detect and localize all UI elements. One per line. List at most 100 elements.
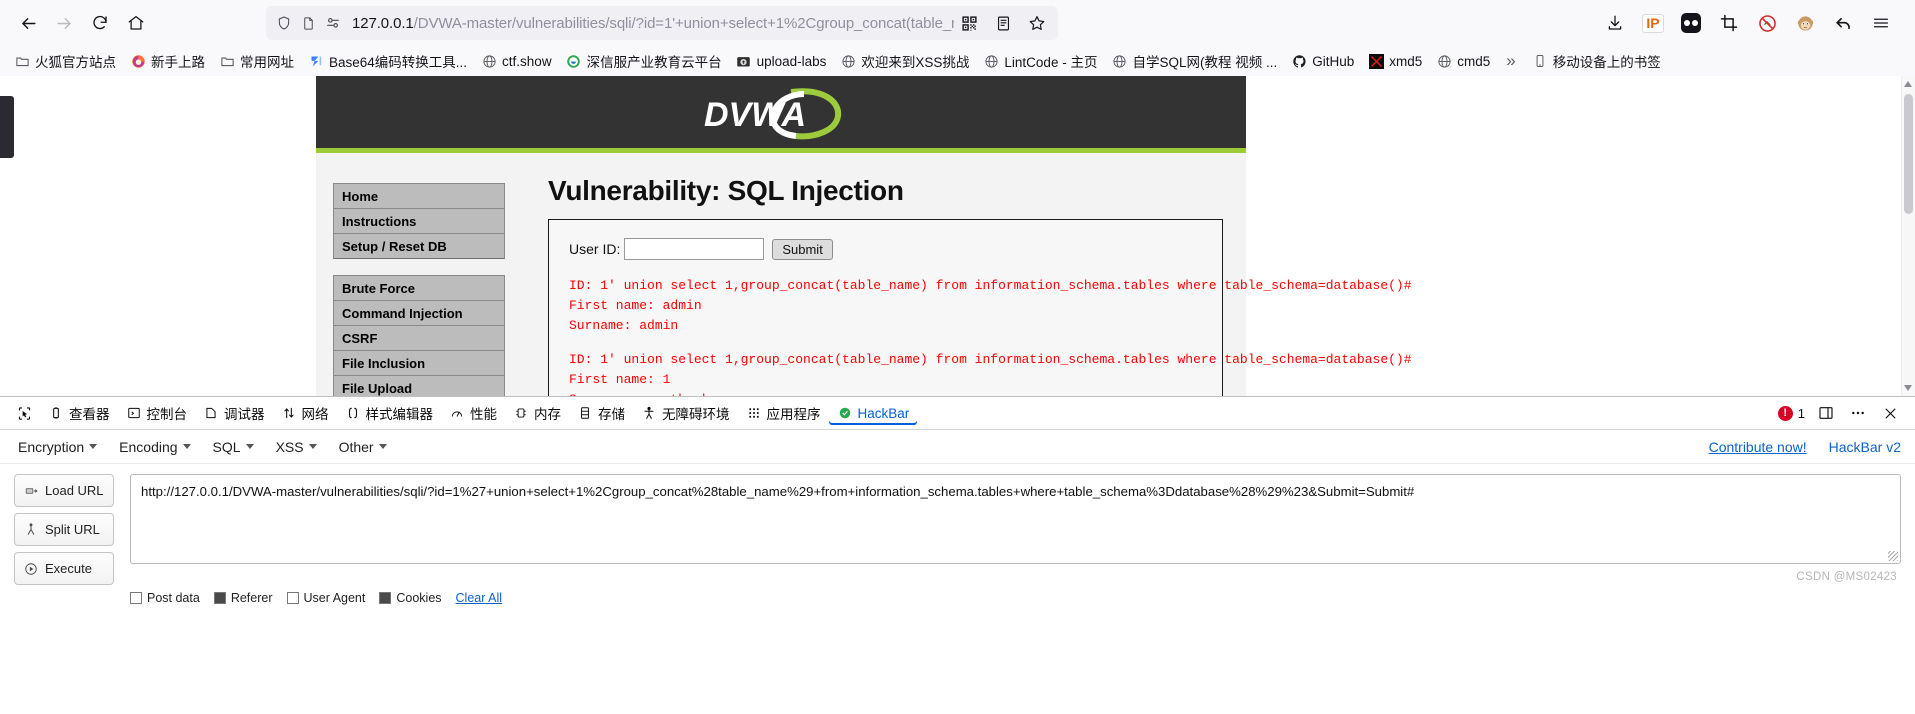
menu-encoding[interactable]: Encoding bbox=[115, 436, 194, 458]
tab-label: 内存 bbox=[534, 407, 561, 422]
page-scrollbar[interactable] bbox=[1901, 76, 1915, 396]
menu-other[interactable]: Other bbox=[335, 436, 391, 458]
undo-close-tab-icon[interactable] bbox=[1825, 7, 1861, 39]
sidebar-item-setup-reset-db[interactable]: Setup / Reset DB bbox=[333, 233, 505, 259]
pocket-extension-icon[interactable] bbox=[1673, 7, 1709, 39]
bookmark-label: Base64编码转换工具... bbox=[329, 55, 468, 70]
bookmark-item-github[interactable]: GitHub bbox=[1285, 50, 1360, 72]
bookmark-item-mobile-bookmarks[interactable]: 移动设备上的书签 bbox=[1526, 48, 1667, 74]
tab-console[interactable]: 控制台 bbox=[118, 399, 196, 427]
back-button[interactable] bbox=[10, 6, 46, 40]
checkbox-post-data[interactable]: Post data bbox=[130, 591, 200, 605]
sidebar-item-command-injection[interactable]: Command Injection bbox=[333, 300, 505, 326]
bookmark-item-cmd5[interactable]: cmd5 bbox=[1430, 50, 1496, 72]
sqli-result-surname-2: Surname: guestbook,users bbox=[569, 390, 1202, 396]
split-url-button[interactable]: Split URL bbox=[14, 513, 114, 546]
bookmark-item-firefox-official[interactable]: 火狐官方站点 bbox=[8, 48, 122, 74]
sidebar-item-home[interactable]: Home bbox=[333, 183, 505, 209]
globe-icon bbox=[1436, 53, 1452, 69]
bookmark-item-xss-challenge[interactable]: 欢迎来到XSS挑战 bbox=[834, 48, 975, 74]
bookmark-label: xmd5 bbox=[1389, 53, 1423, 69]
upload-icon bbox=[736, 53, 752, 69]
sidebar-handle[interactable] bbox=[0, 96, 14, 158]
sidebar-item-csrf[interactable]: CSRF bbox=[333, 325, 505, 351]
error-count-badge[interactable]: ! 1 bbox=[1777, 405, 1805, 421]
userid-form: User ID: Submit bbox=[569, 238, 1202, 260]
url-text[interactable]: 127.0.0.1/DVWA-master/vulnerabilities/sq… bbox=[352, 15, 954, 32]
home-button[interactable] bbox=[118, 6, 154, 40]
submit-button[interactable]: Submit bbox=[772, 238, 833, 260]
reader-view-icon[interactable] bbox=[988, 9, 1018, 37]
more-options-icon[interactable] bbox=[1847, 402, 1869, 424]
menu-encryption[interactable]: Encryption bbox=[14, 436, 101, 458]
bookmark-item-lintcode[interactable]: LintCode - 主页 bbox=[977, 48, 1103, 74]
tab-network[interactable]: 网络 bbox=[273, 399, 337, 427]
clear-all-link[interactable]: Clear All bbox=[456, 591, 503, 605]
bookmark-label: 移动设备上的书签 bbox=[1552, 55, 1661, 70]
tab-hackbar[interactable]: HackBar bbox=[829, 401, 918, 425]
sidebar-item-file-upload[interactable]: File Upload bbox=[333, 375, 505, 396]
app-menu-icon[interactable] bbox=[1863, 7, 1899, 39]
adblock-extension-icon[interactable] bbox=[1749, 7, 1785, 39]
checkbox-user-agent[interactable]: User Agent bbox=[286, 591, 365, 605]
folder-icon bbox=[14, 53, 30, 69]
sidebar-item-instructions[interactable]: Instructions bbox=[333, 208, 505, 234]
userid-input[interactable] bbox=[624, 238, 765, 260]
error-icon: ! bbox=[1777, 405, 1793, 421]
load-url-button[interactable]: Load URL bbox=[14, 474, 114, 507]
contribute-link[interactable]: Contribute now! bbox=[1709, 439, 1807, 455]
page-icon[interactable] bbox=[301, 16, 316, 31]
dock-panel-icon[interactable] bbox=[1815, 402, 1837, 424]
hackbar-url-textarea[interactable]: http://127.0.0.1/DVWA-master/vulnerabili… bbox=[130, 474, 1901, 564]
hackbar-version-label: HackBar v2 bbox=[1828, 438, 1901, 455]
bookmark-item-base64-tool[interactable]: Base64编码转换工具... bbox=[302, 48, 473, 74]
tab-memory[interactable]: 内存 bbox=[505, 399, 569, 427]
forward-button[interactable] bbox=[46, 6, 82, 40]
tab-performance[interactable]: 性能 bbox=[441, 399, 505, 427]
ip-extension-icon[interactable]: IP bbox=[1635, 7, 1671, 39]
screenshot-crop-icon[interactable] bbox=[1711, 7, 1747, 39]
tab-accessibility[interactable]: 无障碍环境 bbox=[633, 399, 738, 427]
tab-inspector[interactable]: 查看器 bbox=[40, 399, 118, 427]
address-bar[interactable]: 127.0.0.1/DVWA-master/vulnerabilities/sq… bbox=[266, 6, 1058, 40]
scrollbar-thumb[interactable] bbox=[1904, 94, 1913, 214]
monkey-extension-icon[interactable] bbox=[1787, 7, 1823, 39]
browser-chrome: 127.0.0.1/DVWA-master/vulnerabilities/sq… bbox=[0, 0, 1915, 76]
scroll-down-icon[interactable] bbox=[1904, 385, 1912, 391]
bookmarks-overflow-chevron-icon[interactable]: » bbox=[1498, 48, 1523, 74]
menu-xss[interactable]: XSS bbox=[272, 436, 321, 458]
star-icon[interactable] bbox=[1022, 9, 1052, 37]
sidebar-item-file-inclusion[interactable]: File Inclusion bbox=[333, 350, 505, 376]
execute-button[interactable]: Execute bbox=[14, 552, 114, 585]
reload-button[interactable] bbox=[82, 6, 118, 40]
resize-grip-icon[interactable] bbox=[1888, 551, 1898, 561]
bookmark-item-sangfor-cloud[interactable]: 深信服产业教育云平台 bbox=[560, 48, 728, 74]
tab-label: 网络 bbox=[301, 407, 329, 422]
sidebar-item-brute-force[interactable]: Brute Force bbox=[333, 275, 505, 301]
checkbox-cookies[interactable]: Cookies bbox=[379, 591, 442, 605]
bookmark-item-selflearn-sql[interactable]: 自学SQL网(教程 视频 ... bbox=[1105, 48, 1283, 74]
scroll-up-icon[interactable] bbox=[1904, 81, 1912, 87]
qr-code-icon[interactable] bbox=[954, 9, 984, 37]
bookmark-item-upload-labs[interactable]: upload-labs bbox=[730, 50, 833, 72]
chevron-down-icon bbox=[378, 444, 387, 449]
tab-application[interactable]: 应用程序 bbox=[738, 399, 829, 427]
downloads-icon[interactable] bbox=[1597, 7, 1633, 39]
bookmark-item-xmd5[interactable]: xmd5 bbox=[1362, 50, 1428, 72]
bookmark-item-ctfshow[interactable]: ctf.show bbox=[475, 50, 558, 72]
shield-icon[interactable] bbox=[276, 15, 292, 31]
firefox-icon bbox=[130, 53, 146, 69]
permissions-icon[interactable] bbox=[325, 15, 341, 31]
tab-debugger[interactable]: 调试器 bbox=[195, 399, 273, 427]
debugger-icon bbox=[203, 405, 219, 421]
bookmark-item-getting-started[interactable]: 新手上路 bbox=[124, 48, 211, 74]
element-picker-button[interactable] bbox=[8, 401, 40, 425]
sangfor-icon bbox=[566, 53, 582, 69]
tab-label: 应用程序 bbox=[766, 407, 821, 422]
tab-storage[interactable]: 存储 bbox=[569, 399, 633, 427]
close-icon[interactable] bbox=[1879, 402, 1901, 424]
bookmark-item-common-sites[interactable]: 常用网址 bbox=[213, 48, 300, 74]
checkbox-referer[interactable]: Referer bbox=[213, 591, 273, 605]
tab-style-editor[interactable]: 样式编辑器 bbox=[337, 399, 442, 427]
menu-sql[interactable]: SQL bbox=[209, 436, 258, 458]
